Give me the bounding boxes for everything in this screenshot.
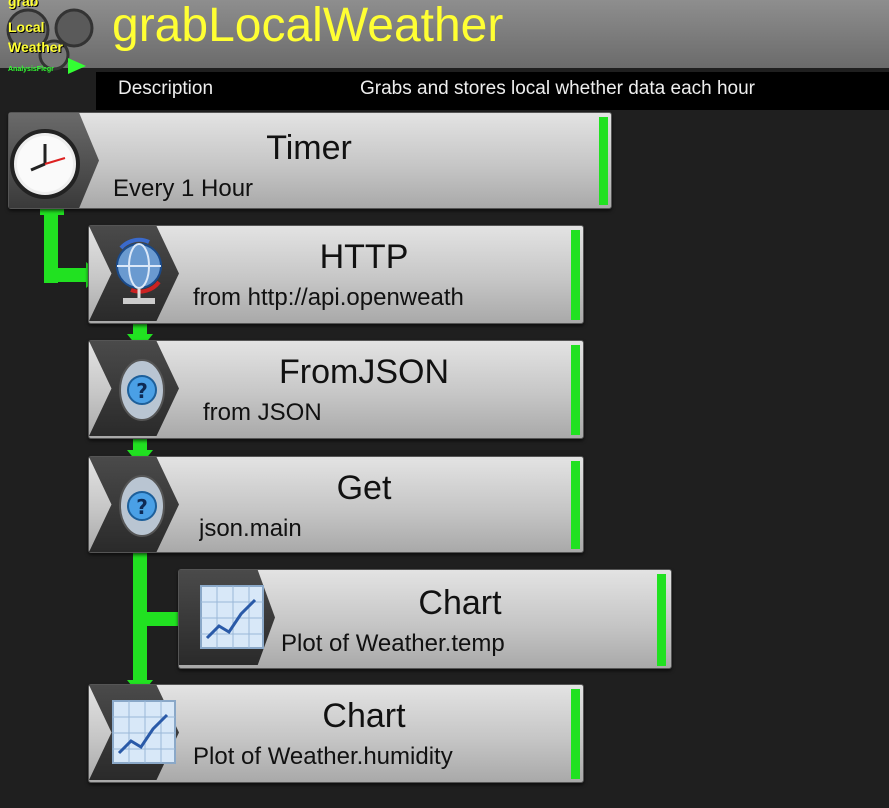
node-get[interactable]: ? Get json.main bbox=[88, 456, 584, 553]
app-icon-line-3: Weather bbox=[8, 39, 63, 55]
node-fromjson-title: FromJSON bbox=[279, 353, 449, 391]
app-icon[interactable]: grab Local Weather AnalysisFlegr bbox=[6, 0, 96, 104]
node-http[interactable]: HTTP from http://api.openweath bbox=[88, 225, 584, 324]
node-chart-temp-title: Chart bbox=[418, 584, 502, 622]
node-get-subtitle: json.main bbox=[199, 515, 302, 542]
node-chart-temp-subtitle: Plot of Weather.temp bbox=[281, 630, 505, 657]
node-timer-title: Timer bbox=[266, 129, 352, 167]
app-icon-line-2: Local bbox=[8, 19, 45, 35]
node-http-subtitle: from http://api.openweath bbox=[193, 284, 464, 311]
question-icon: ? bbox=[119, 359, 165, 421]
app-icon-line-1: grab bbox=[8, 0, 39, 9]
node-http-status bbox=[571, 230, 580, 320]
node-chart-humidity[interactable]: Chart Plot of Weather.humidity bbox=[88, 684, 584, 783]
connector-timer-http-horizontal bbox=[44, 268, 90, 282]
node-chart-humidity-status bbox=[571, 689, 580, 779]
app-icon-tiny-label: AnalysisFlegr bbox=[8, 66, 54, 73]
clock-icon bbox=[10, 129, 80, 199]
node-get-title: Get bbox=[336, 469, 392, 507]
node-chart-humidity-subtitle: Plot of Weather.humidity bbox=[193, 743, 453, 770]
question-icon: ? bbox=[119, 475, 165, 537]
description-value: Grabs and stores local whether data each… bbox=[360, 78, 756, 99]
node-chart-temp[interactable]: Chart Plot of Weather.temp bbox=[178, 569, 672, 669]
node-fromjson[interactable]: ? FromJSON from JSON bbox=[88, 340, 584, 439]
node-timer-subtitle: Every 1 Hour bbox=[113, 175, 254, 202]
node-fromjson-subtitle: from JSON bbox=[203, 399, 322, 426]
node-timer-status bbox=[599, 117, 608, 205]
node-chart-temp-status bbox=[657, 574, 666, 666]
description-bar[interactable]: Description Grabs and stores local wheth… bbox=[96, 72, 889, 110]
node-chart-humidity-title: Chart bbox=[322, 697, 406, 735]
page-title: grabLocalWeather bbox=[112, 0, 504, 52]
node-http-title: HTTP bbox=[319, 238, 409, 276]
line-chart-icon bbox=[200, 585, 264, 649]
svg-text:?: ? bbox=[136, 379, 148, 403]
node-get-status bbox=[571, 461, 580, 549]
description-label: Description bbox=[118, 78, 214, 99]
line-chart-icon bbox=[112, 700, 176, 764]
node-fromjson-status bbox=[571, 345, 580, 435]
svg-text:?: ? bbox=[136, 495, 148, 519]
node-timer[interactable]: Timer Every 1 Hour bbox=[8, 112, 612, 209]
globe-network-icon bbox=[116, 237, 162, 304]
